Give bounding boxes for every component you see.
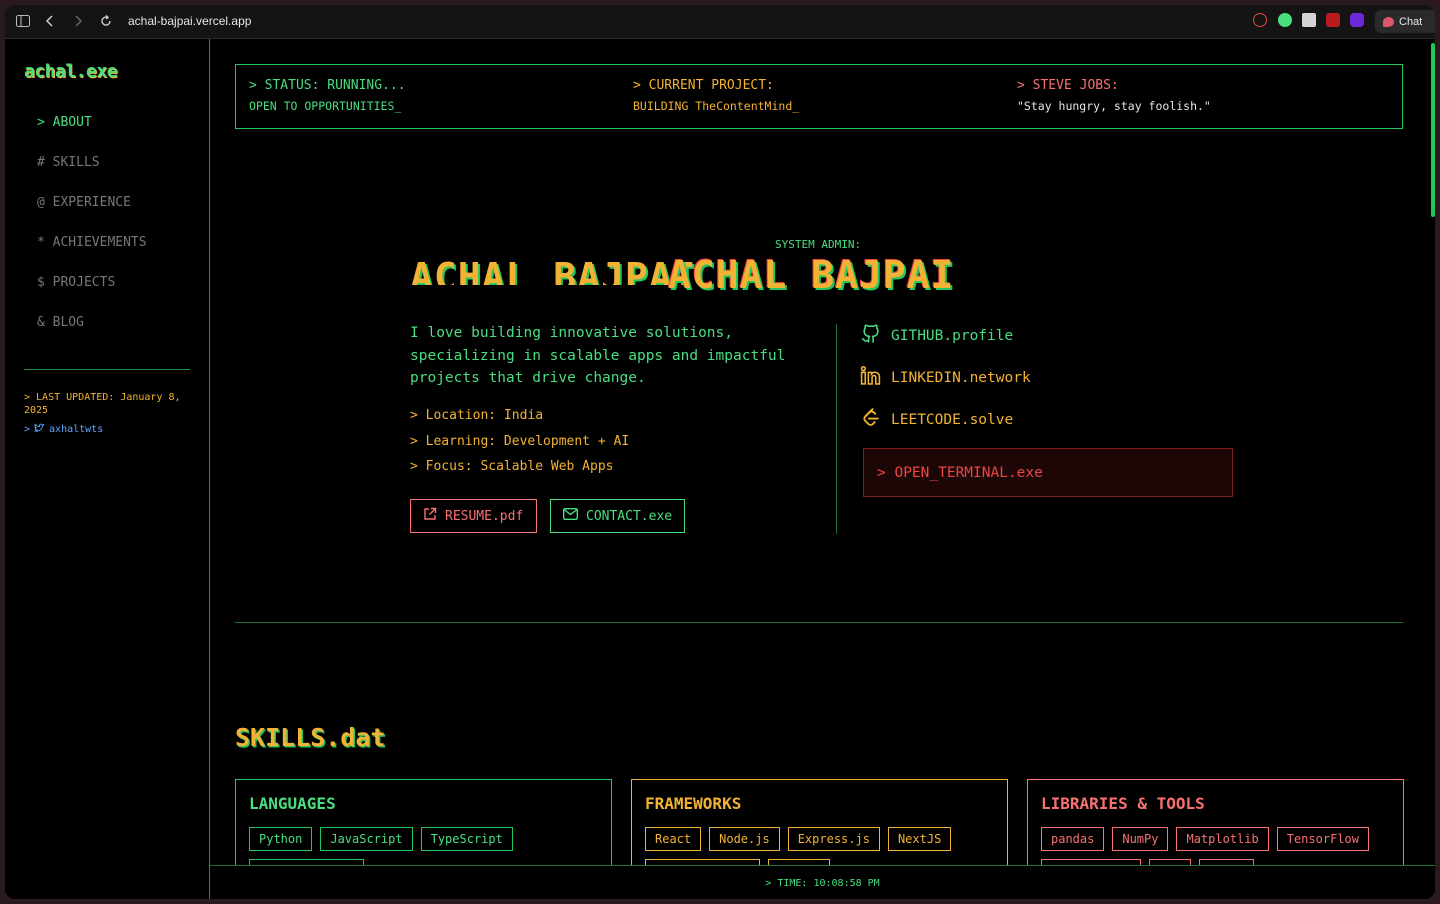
last-updated: > LAST UPDATED: January 8, 2025 (24, 392, 181, 416)
status-project-value: BUILDING TheContentMind_ (633, 99, 800, 113)
site-logo[interactable]: achal.exe (24, 61, 118, 82)
twitter-handle: axhaltwts (49, 424, 104, 435)
tag-nextjs: NextJS (887, 827, 952, 851)
github-icon (860, 323, 881, 348)
hero-name: ACHAL BAJPAI (668, 253, 955, 297)
fact-learning: > Learning: Development + AI (410, 433, 630, 449)
sidebar-divider (24, 369, 190, 370)
external-link-icon (423, 507, 437, 525)
chat-button[interactable]: Chat (1375, 10, 1435, 33)
hero-name-glitch: ACHAL BAJPAI (410, 255, 697, 285)
tag-numpy: NumPy (1112, 827, 1169, 851)
nav-item-projects[interactable]: $ PROJECTS (37, 275, 147, 315)
chat-bubble-icon (1383, 16, 1394, 27)
puzzle-extension-icon[interactable] (1350, 13, 1364, 27)
status-running-value: OPEN TO OPPORTUNITIES_ (249, 99, 402, 113)
tag-react: React (645, 827, 702, 851)
github-label: GITHUB.profile (891, 327, 1014, 344)
libraries-title: LIBRARIES & TOOLS (1041, 794, 1205, 813)
nav-item-achievements[interactable]: * ACHIEVEMENTS (37, 235, 147, 275)
contact-label: CONTACT.exe (586, 508, 673, 524)
sidebar: achal.exe > ABOUT # SKILLS @ EXPERIENCE … (5, 39, 210, 899)
leetcode-label: LEETCODE.solve (891, 411, 1014, 428)
footer-clock: > TIME: 10:08:58 PM (210, 865, 1435, 899)
record-extension-icon[interactable] (1253, 13, 1267, 27)
mail-icon (562, 507, 579, 524)
skills-title: SKILLS.dat (235, 723, 386, 752)
hero-facts: > Location: India > Learning: Developmen… (410, 408, 629, 485)
page-scrollbar[interactable] (1431, 43, 1435, 217)
status-quote-title: > STEVE JOBS: (1017, 78, 1119, 93)
linkedin-label: LINKEDIN.network (891, 369, 1031, 386)
tag-pandas: pandas (1041, 827, 1105, 851)
sidebar-nav: > ABOUT # SKILLS @ EXPERIENCE * ACHIEVEM… (37, 115, 147, 355)
bolt-extension-icon[interactable] (1302, 13, 1316, 27)
status-running-title: > STATUS: RUNNING... (249, 78, 406, 93)
tag-tensorflow: TensorFlow (1276, 827, 1369, 851)
hero-intro: I love building innovative solutions, sp… (410, 325, 786, 386)
tag-javascript: JavaScript (320, 827, 413, 851)
browser-window: achal-bajpai.vercel.app Chat achal.exe >… (5, 5, 1435, 899)
tag-matplotlib: Matplotlib (1176, 827, 1269, 851)
nav-item-experience[interactable]: @ EXPERIENCE (37, 195, 147, 235)
main-content: > STATUS: RUNNING... OPEN TO OPPORTUNITI… (210, 39, 1435, 899)
leetcode-link[interactable]: LEETCODE.solve (860, 407, 1013, 432)
sidebar-toggle-icon[interactable] (15, 13, 31, 29)
linkedin-icon (860, 365, 881, 390)
nav-item-blog[interactable]: & BLOG (37, 315, 147, 355)
status-panel: > STATUS: RUNNING... OPEN TO OPPORTUNITI… (235, 64, 1403, 129)
section-divider (235, 622, 1403, 623)
resume-button[interactable]: RESUME.pdf (410, 499, 537, 533)
address-bar[interactable]: achal-bajpai.vercel.app (128, 14, 251, 28)
tag-python: Python (249, 827, 313, 851)
tag-typescript: TypeScript (420, 827, 513, 851)
fact-focus: > Focus: Scalable Web Apps (410, 459, 614, 475)
nav-item-about[interactable]: > ABOUT (37, 115, 147, 155)
tag-nodejs: Node.js (709, 827, 780, 851)
cursor-extension-icon[interactable] (1278, 13, 1292, 27)
nav-item-skills[interactable]: # SKILLS (37, 155, 147, 195)
contact-button[interactable]: CONTACT.exe (550, 499, 685, 533)
chat-label: Chat (1399, 15, 1423, 28)
resume-label: RESUME.pdf (445, 508, 524, 524)
hero-label: SYSTEM ADMIN: (775, 238, 862, 251)
languages-title: LANGUAGES (249, 794, 336, 813)
twitter-prefix: > (24, 424, 31, 435)
status-running: > STATUS: RUNNING... OPEN TO OPPORTUNITI… (249, 78, 406, 113)
open-terminal-button[interactable]: > OPEN_TERMINAL.exe (863, 448, 1233, 497)
back-icon[interactable] (42, 13, 58, 29)
frameworks-title: FRAMEWORKS (645, 794, 742, 813)
reload-icon[interactable] (98, 13, 114, 29)
forward-icon[interactable] (70, 13, 86, 29)
status-quote-value: "Stay hungry, stay foolish." (1017, 99, 1211, 113)
browser-toolbar: achal-bajpai.vercel.app Chat (5, 5, 1435, 39)
fact-location: > Location: India (410, 408, 544, 423)
linkedin-link[interactable]: LINKEDIN.network (860, 365, 1031, 390)
shield-extension-icon[interactable] (1326, 13, 1340, 27)
hero-divider (836, 324, 837, 534)
status-quote: > STEVE JOBS: "Stay hungry, stay foolish… (1017, 78, 1211, 113)
status-project-title: > CURRENT PROJECT: (633, 78, 774, 93)
twitter-link[interactable]: > axhaltwts (24, 423, 103, 436)
tag-expressjs: Express.js (787, 827, 880, 851)
status-project: > CURRENT PROJECT: BUILDING TheContentMi… (633, 78, 799, 113)
github-link[interactable]: GITHUB.profile (860, 323, 1013, 348)
leetcode-icon (860, 407, 881, 432)
twitter-icon (33, 423, 45, 436)
